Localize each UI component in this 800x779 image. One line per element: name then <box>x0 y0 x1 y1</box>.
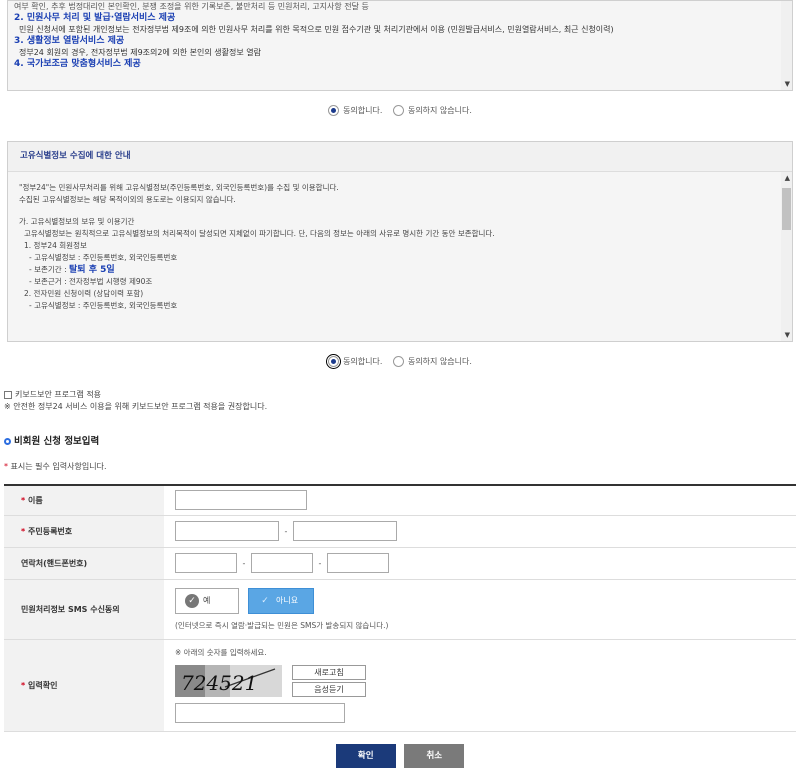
agree-option[interactable]: 동의합니다. <box>326 354 383 369</box>
captcha-note: ※ 아래의 숫자를 입력하세요. <box>175 648 267 657</box>
notice-line: - 고유식별정보 : 주민등록번호, 외국인등록번호 <box>29 253 178 262</box>
phone-middle-input[interactable] <box>251 553 313 573</box>
confirm-button[interactable]: 확인 <box>335 744 396 768</box>
dash: - <box>318 558 322 568</box>
scrollbar[interactable]: ▲ ▼ <box>781 172 792 341</box>
agree-label: 동의합니다. <box>343 106 383 115</box>
scroll-down-icon[interactable]: ▼ <box>785 331 790 339</box>
notice-line: - 보존근거 : 전자정부법 시행령 제90조 <box>29 277 153 286</box>
agree-label: 동의합니다. <box>343 357 383 366</box>
notice-line: - 보존기간 : 탈퇴 후 5일 <box>29 265 115 275</box>
captcha-audio-button[interactable]: 음성듣기 <box>292 682 366 697</box>
notice-line: "정부24"는 민원사무처리를 위해 고유식별정보(주민등록번호, 외국인등록번… <box>19 183 339 192</box>
phone-label: 연락처(핸드폰번호) <box>4 547 164 580</box>
keyboard-security-checkbox[interactable] <box>4 390 12 399</box>
notice-paragraph: 민원 신청서에 포함된 개인정보는 전자정부법 제9조에 의한 민원사무 처리를… <box>19 25 614 34</box>
sms-yes-button[interactable]: ✓ 예 <box>175 587 239 614</box>
sms-no-button[interactable]: ✓ 아니요 <box>248 587 314 614</box>
sms-note: (인터넷으로 즉시 열람·발급되는 민원은 SMS가 발송되지 않습니다.) <box>175 620 389 630</box>
scrollbar[interactable]: ▼ <box>781 1 792 90</box>
notice-paragraph: 정부24 회원의 경우, 전자정부법 제9조의2에 의한 본인의 생활정보 열람 <box>19 48 261 57</box>
rrn-front-input[interactable] <box>175 521 279 541</box>
required-note: * 표시는 필수 입력사항입니다. <box>4 462 107 471</box>
section-title: 비회원 신청 정보입력 <box>4 433 99 447</box>
unique-id-notice-box[interactable]: 고유식별정보 수집에 대한 안내 "정부24"는 민원사무처리를 위해 고유식별… <box>7 141 793 342</box>
radio-agree[interactable] <box>328 105 340 116</box>
notice-line: 2. 전자민원 신청이력 (상담이력 포함) <box>24 289 144 298</box>
name-label: * 이름 <box>4 484 164 516</box>
disagree-option[interactable]: 동의하지 않습니다. <box>392 105 472 116</box>
dash: - <box>242 558 246 568</box>
applicant-form: * 이름 * 주민등록번호 - 연락처(핸드폰번호) - - 민원처리정보 SMS… <box>4 484 796 732</box>
notice-line: - 고유식별정보 : 주민등록번호, 외국인등록번호 <box>29 301 178 310</box>
notice-heading: 3. 생활정보 열람서비스 제공 <box>14 36 125 46</box>
notice-line: 고유식별정보는 원칙적으로 고유식별정보의 처리목적이 달성되면 지체없이 파기… <box>24 229 495 238</box>
retention-period: 탈퇴 후 5일 <box>69 265 115 275</box>
notice-heading: 4. 국가보조금 맞춤형서비스 제공 <box>14 59 141 69</box>
notice-line: 가. 고유식별정보의 보유 및 이용기간 <box>19 217 135 226</box>
cancel-button[interactable]: 취소 <box>404 744 465 768</box>
keyboard-security-option[interactable]: 키보드보안 프로그램 적용 <box>4 389 101 400</box>
check-icon: ✓ <box>261 595 269 606</box>
disagree-label: 동의하지 않습니다. <box>407 357 472 366</box>
consent-radio-group-2: 동의합니다. 동의하지 않습니다. <box>0 354 800 369</box>
sms-label: 민원처리정보 SMS 수신동의 <box>4 579 164 640</box>
privacy-notice-box[interactable]: 여부 확인, 추후 법정대리인 본인확인, 분쟁 조정을 위한 기록보존, 불만… <box>7 0 793 91</box>
radio-agree[interactable] <box>326 354 342 369</box>
notice-line: 수집된 고유식별정보는 해당 목적이외의 용도로는 이용되지 않습니다. <box>19 195 236 204</box>
notice-title: 고유식별정보 수집에 대한 안내 <box>8 142 792 172</box>
bullet-ring-icon <box>4 438 11 445</box>
notice-heading: 2. 민원사무 처리 및 발급·열람서비스 제공 <box>14 13 176 23</box>
captcha-refresh-button[interactable]: 새로고침 <box>292 665 366 680</box>
radio-disagree[interactable] <box>392 105 404 116</box>
agree-option[interactable]: 동의합니다. <box>328 105 382 116</box>
notice-line: 1. 정부24 회원정보 <box>24 241 87 250</box>
dash: - <box>284 526 288 536</box>
captcha-label: * 입력확인 <box>4 639 164 732</box>
notice-line: 여부 확인, 추후 법정대리인 본인확인, 분쟁 조정을 위한 기록보존, 불만… <box>14 2 369 11</box>
consent-radio-group-1: 동의합니다. 동의하지 않습니다. <box>0 105 800 118</box>
scroll-up-icon[interactable]: ▲ <box>785 174 790 182</box>
scroll-thumb[interactable] <box>782 188 791 230</box>
phone-last-input[interactable] <box>327 553 389 573</box>
disagree-option[interactable]: 동의하지 않습니다. <box>392 356 472 367</box>
required-mark-icon: * <box>4 462 8 471</box>
keyboard-security-label: 키보드보안 프로그램 적용 <box>15 390 102 399</box>
form-actions: 확인 취소 <box>0 744 800 768</box>
disagree-label: 동의하지 않습니다. <box>407 106 472 115</box>
rrn-back-input[interactable] <box>293 521 397 541</box>
name-input[interactable] <box>175 490 307 511</box>
check-icon: ✓ <box>185 593 199 608</box>
rrn-label: * 주민등록번호 <box>4 515 164 548</box>
phone-first-input[interactable] <box>175 553 237 573</box>
captcha-input[interactable] <box>175 703 345 723</box>
captcha-image: 724521 <box>175 665 282 697</box>
radio-disagree[interactable] <box>392 356 404 367</box>
scroll-down-icon[interactable]: ▼ <box>785 80 790 88</box>
captcha-text: 724521 <box>181 671 257 695</box>
keyboard-security-note: ※ 안전한 정부24 서비스 이용을 위해 키보드보안 프로그램 적용을 권장합… <box>4 402 268 411</box>
